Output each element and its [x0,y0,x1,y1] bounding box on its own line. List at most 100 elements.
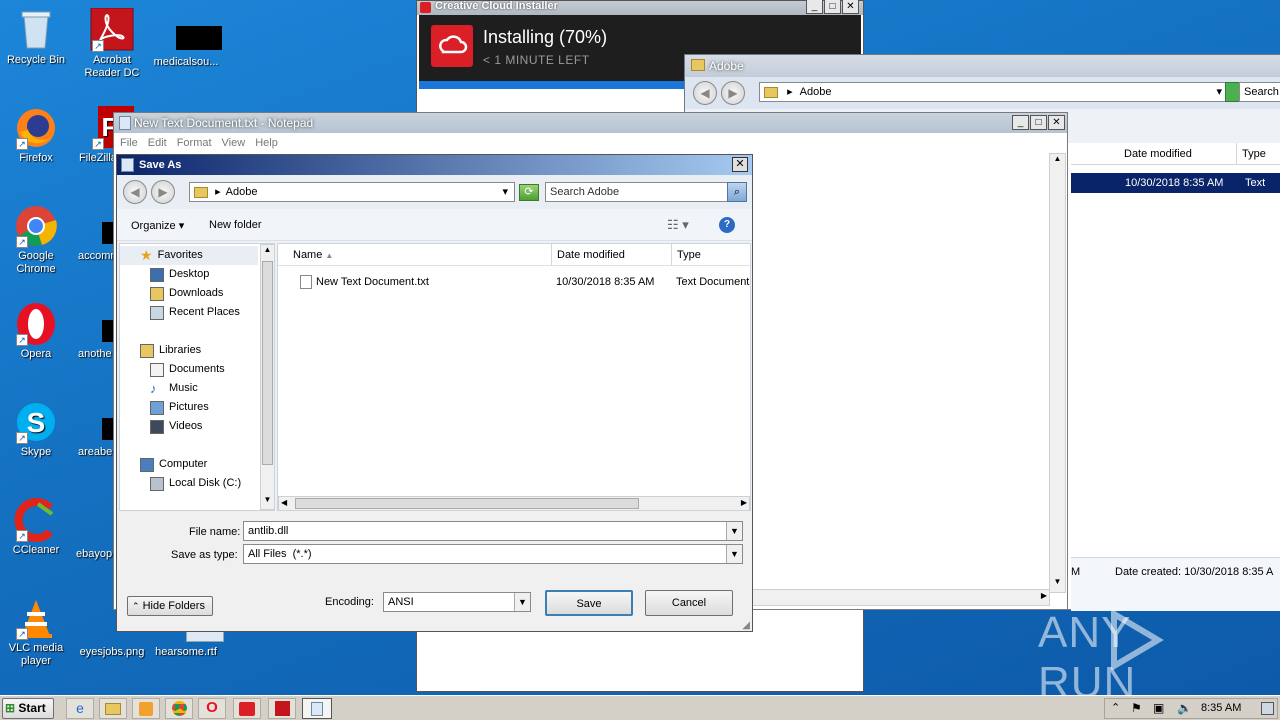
volume-icon[interactable]: 🔈 [1177,701,1192,715]
cancel-button[interactable]: Cancel [645,590,733,616]
scroll-up-icon[interactable]: ▲ [1050,154,1065,169]
encoding-select[interactable]: ANSI ▼ [383,592,531,612]
nav-downloads[interactable]: Downloads [150,284,223,303]
search-icon[interactable]: ⌕ [727,182,747,202]
resize-grip-icon[interactable]: ◢ [742,620,750,631]
maximize-button[interactable]: □ [1030,115,1047,130]
scroll-left-icon[interactable]: ◀ [281,498,287,507]
forward-button[interactable]: ▶ [721,81,745,105]
column-date-modified[interactable]: Date modified [552,244,672,266]
clock[interactable]: 8:35 AM [1201,702,1241,714]
nav-recent-places[interactable]: Recent Places [150,303,240,322]
desktop-icon-ccleaner[interactable]: ↗ CCleaner [0,498,72,557]
scroll-down-icon[interactable]: ▼ [1050,577,1065,592]
cc-time-left: < 1 MINUTE LEFT [483,53,590,67]
close-button[interactable]: ✕ [732,157,748,172]
nav-libraries[interactable]: Libraries [140,341,201,360]
nav-scrollbar[interactable]: ▲ ▼ [260,244,274,510]
desktop-icon-vlc[interactable]: ↗ VLC media player [0,596,72,668]
action-center-flag-icon[interactable]: ⚑ [1131,701,1142,715]
file-list-horizontal-scrollbar[interactable]: ◀ ▶ [278,496,750,510]
maximize-button[interactable]: □ [824,0,841,14]
menu-format[interactable]: Format [177,133,212,153]
chevron-down-icon[interactable]: ▼ [514,593,530,611]
menu-help[interactable]: Help [255,133,278,153]
shortcut-arrow-icon: ↗ [16,530,28,542]
back-button[interactable]: ◀ [693,81,717,105]
show-hidden-icons-icon[interactable]: ⌃ [1111,701,1120,714]
desktop-icon-recycle-bin[interactable]: Recycle Bin [0,8,72,67]
close-button[interactable]: ✕ [1048,115,1065,130]
nav-local-disk[interactable]: Local Disk (C:) [150,474,241,493]
taskbar-acrobat-icon[interactable] [268,698,296,719]
notepad-vertical-scrollbar[interactable]: ▲ ▼ [1049,153,1066,593]
taskbar-opera-icon[interactable]: O [198,698,226,719]
minimize-button[interactable]: _ [1012,115,1029,130]
nav-music[interactable]: ♪ Music [150,379,198,398]
minimize-button[interactable]: _ [806,0,823,14]
back-button[interactable]: ◀ [123,180,147,204]
nav-videos[interactable]: Videos [150,417,202,436]
nav-computer[interactable]: Computer [140,455,207,474]
nav-documents[interactable]: Documents [150,360,225,379]
new-folder-button[interactable]: New folder [209,219,262,231]
hide-folders-button[interactable]: ⌃ Hide Folders [127,596,213,616]
scroll-thumb[interactable] [262,261,273,465]
save-as-search-input[interactable]: Search Adobe [545,182,729,202]
scroll-thumb[interactable] [295,498,639,509]
desktop-icon-eyesjobs[interactable]: eyesjobs.png [76,632,148,659]
file-list-header: Name ▲ Date modified Type [278,244,750,266]
menu-file[interactable]: File [120,133,138,153]
menu-edit[interactable]: Edit [148,133,167,153]
column-type[interactable]: Type [1237,143,1280,165]
taskbar-notepad-icon[interactable] [302,698,332,719]
save-button[interactable]: Save [545,590,633,616]
column-type[interactable]: Type [672,244,750,266]
refresh-icon[interactable]: ⟳ [519,184,539,201]
desktop-icon-opera[interactable]: ↗ Opera [0,302,72,361]
forward-button[interactable]: ▶ [151,180,175,204]
nav-favorites[interactable]: ★ Favorites [140,246,203,265]
show-desktop-icon[interactable] [1261,702,1274,715]
nav-desktop[interactable]: Desktop [150,265,209,284]
sort-up-icon: ▲ [325,251,334,260]
organize-button[interactable]: Organize ▾ [131,219,184,232]
scroll-right-icon[interactable]: ▶ [1041,591,1047,600]
save-as-address-bar[interactable]: ▸ Adobe ▾ [189,182,515,202]
scroll-down-icon[interactable]: ▼ [261,495,274,509]
view-options-icon[interactable]: ☷ ▾ [667,217,689,233]
taskbar-creative-cloud-icon[interactable] [233,698,261,719]
explorer-selected-row[interactable]: 10/30/2018 8:35 AM Text Doc [1071,173,1280,209]
scroll-right-icon[interactable]: ▶ [741,498,747,507]
close-button[interactable]: ✕ [842,0,859,14]
start-button[interactable]: ⊞ Start [2,698,54,719]
explorer-address-bar[interactable]: ▸ Adobe ▾ [759,82,1229,102]
desktop-icon-medicalsou[interactable]: medicalsou... [150,26,222,69]
desktop-icon-chrome[interactable]: ↗ Google Chrome [0,204,72,276]
taskbar-ie-icon[interactable]: e [66,698,94,719]
desktop-icon-acrobat[interactable]: ↗ Acrobat Reader DC [76,7,148,80]
scroll-up-icon[interactable]: ▲ [261,245,274,259]
notepad-horizontal-scrollbar[interactable]: ▶ [750,589,1050,606]
notepad-titlebar: New Text Document.txt - Notepad _ □ ✕ [114,113,1067,133]
network-icon[interactable]: ▣ [1153,701,1164,715]
chevron-down-icon[interactable]: ▼ [726,522,742,540]
menu-view[interactable]: View [222,133,246,153]
firefox-icon: ↗ [14,106,58,150]
desktop-icon-firefox[interactable]: ↗ Firefox [0,106,72,165]
column-name[interactable]: Name ▲ [288,244,552,266]
save-as-type-select[interactable]: All Files (*.*) ▼ [243,544,743,564]
taskbar-media-player-icon[interactable] [132,698,160,719]
file-name-input[interactable]: antlib.dll ▼ [243,521,743,541]
nav-pictures[interactable]: Pictures [150,398,209,417]
shortcut-arrow-icon: ↗ [16,236,28,248]
file-row[interactable]: New Text Document.txt 10/30/2018 8:35 AM… [278,272,750,292]
explorer-search-input[interactable]: Search A [1239,82,1280,102]
column-date-modified[interactable]: Date modified [1119,143,1237,165]
help-icon[interactable]: ? [719,217,735,233]
taskbar-explorer-icon[interactable] [99,698,127,719]
text-file-icon [300,275,312,289]
chevron-down-icon[interactable]: ▼ [726,545,742,563]
taskbar-chrome-icon[interactable] [165,698,193,719]
desktop-icon-skype[interactable]: S ↗ Skype [0,400,72,459]
